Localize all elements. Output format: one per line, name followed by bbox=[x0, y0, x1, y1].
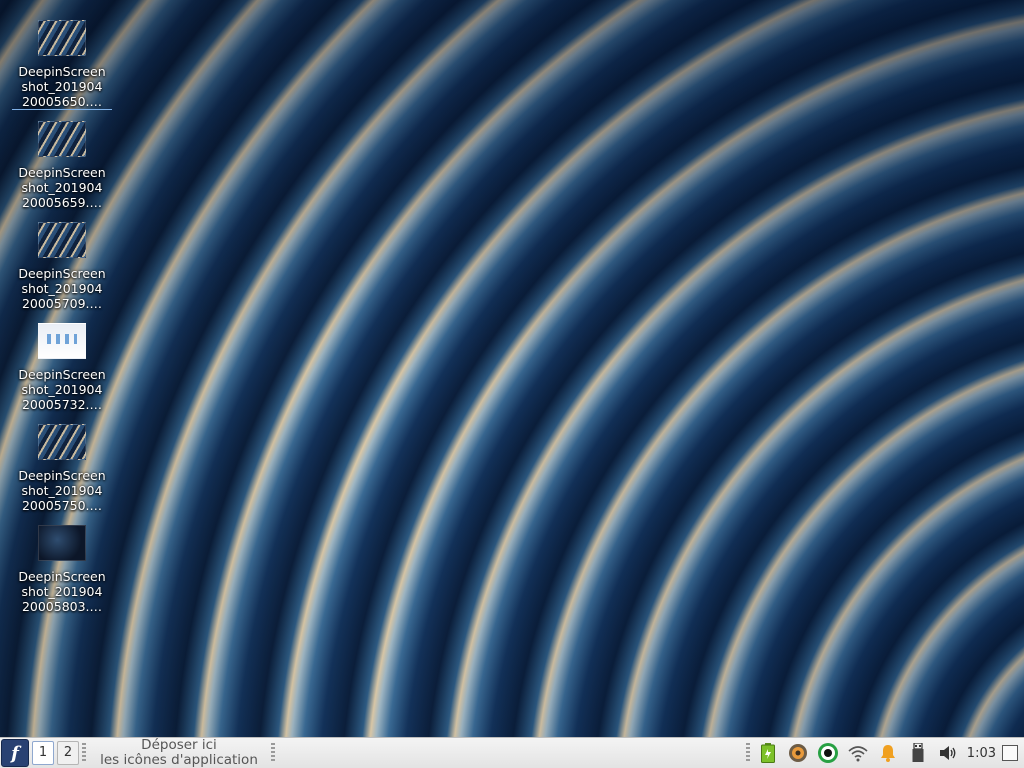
file-label-line: shot_201904 bbox=[21, 382, 103, 397]
file-label: DeepinScreen shot_201904 20005732.… bbox=[12, 367, 112, 412]
file-label-line: shot_201904 bbox=[21, 584, 103, 599]
workspace-2-button[interactable]: 2 bbox=[57, 741, 79, 765]
panel-separator bbox=[82, 743, 86, 763]
file-label-line: DeepinScreen bbox=[18, 165, 106, 180]
file-label-line: shot_201904 bbox=[21, 180, 103, 195]
file-label: DeepinScreen shot_201904 20005650.… bbox=[12, 64, 112, 110]
file-label-line: DeepinScreen bbox=[18, 468, 106, 483]
file-label: DeepinScreen shot_201904 20005803.… bbox=[12, 569, 112, 614]
image-thumbnail-icon bbox=[38, 20, 86, 56]
file-label-line: 20005659.… bbox=[21, 195, 103, 210]
panel-separator bbox=[745, 743, 750, 763]
wifi-icon[interactable] bbox=[846, 741, 870, 765]
image-thumbnail-icon bbox=[38, 323, 86, 359]
file-label-line: 20005750.… bbox=[21, 498, 103, 513]
file-label-line: DeepinScreen bbox=[18, 569, 106, 584]
drop-zone-line: Déposer ici bbox=[141, 736, 217, 753]
battery-icon[interactable] bbox=[756, 741, 780, 765]
taskbar: f 1 2 Déposer ici les icônes d'applicati… bbox=[0, 737, 1024, 768]
file-label: DeepinScreen shot_201904 20005709.… bbox=[12, 266, 112, 311]
fedora-logo-icon: f bbox=[11, 742, 19, 764]
hexchat-icon[interactable] bbox=[786, 741, 810, 765]
image-thumbnail-icon bbox=[38, 424, 86, 460]
desktop-file-icon[interactable]: DeepinScreen shot_201904 20005750.… bbox=[12, 422, 112, 518]
volume-icon[interactable] bbox=[936, 741, 960, 765]
file-label-line: 20005709.… bbox=[21, 296, 103, 311]
notification-bell-icon[interactable] bbox=[876, 741, 900, 765]
record-icon[interactable] bbox=[816, 741, 840, 765]
desktop-file-icon[interactable]: DeepinScreen shot_201904 20005709.… bbox=[12, 220, 112, 316]
file-label-line: shot_201904 bbox=[21, 483, 103, 498]
show-desktop-icon[interactable] bbox=[1002, 745, 1018, 761]
image-thumbnail-icon bbox=[38, 121, 86, 157]
desktop-file-icon[interactable]: DeepinScreen shot_201904 20005650.… bbox=[12, 18, 112, 114]
file-label-line: DeepinScreen bbox=[18, 64, 106, 79]
file-label-line: 20005803.… bbox=[21, 599, 103, 614]
desktop-wallpaper bbox=[0, 0, 1024, 737]
clock[interactable]: 1:03 bbox=[967, 746, 996, 761]
file-label: DeepinScreen shot_201904 20005750.… bbox=[12, 468, 112, 513]
app-launcher-drop-zone[interactable]: Déposer ici les icônes d'application bbox=[90, 736, 268, 768]
system-tray: 1:03 bbox=[743, 738, 1024, 768]
workspace-1-button[interactable]: 1 bbox=[32, 741, 54, 765]
image-thumbnail-icon bbox=[38, 222, 86, 258]
desktop-file-icon[interactable]: DeepinScreen shot_201904 20005659.… bbox=[12, 119, 112, 215]
panel-separator bbox=[271, 743, 275, 763]
file-label-line: 20005732.… bbox=[21, 397, 103, 412]
desktop-file-icon[interactable]: DeepinScreen shot_201904 20005732.… bbox=[12, 321, 112, 417]
file-label-line: shot_201904 bbox=[21, 79, 103, 94]
image-thumbnail-icon bbox=[38, 525, 86, 561]
start-menu-button[interactable]: f bbox=[1, 739, 29, 767]
drop-zone-line: les icônes d'application bbox=[100, 751, 258, 768]
desktop-file-icon[interactable]: DeepinScreen shot_201904 20005803.… bbox=[12, 523, 112, 619]
file-label-line: shot_201904 bbox=[21, 281, 103, 296]
usb-icon[interactable] bbox=[906, 741, 930, 765]
file-label-line: DeepinScreen bbox=[18, 367, 106, 382]
file-label-line: DeepinScreen bbox=[18, 266, 106, 281]
file-label: DeepinScreen shot_201904 20005659.… bbox=[12, 165, 112, 210]
file-label-line: 20005650.… bbox=[21, 94, 103, 109]
